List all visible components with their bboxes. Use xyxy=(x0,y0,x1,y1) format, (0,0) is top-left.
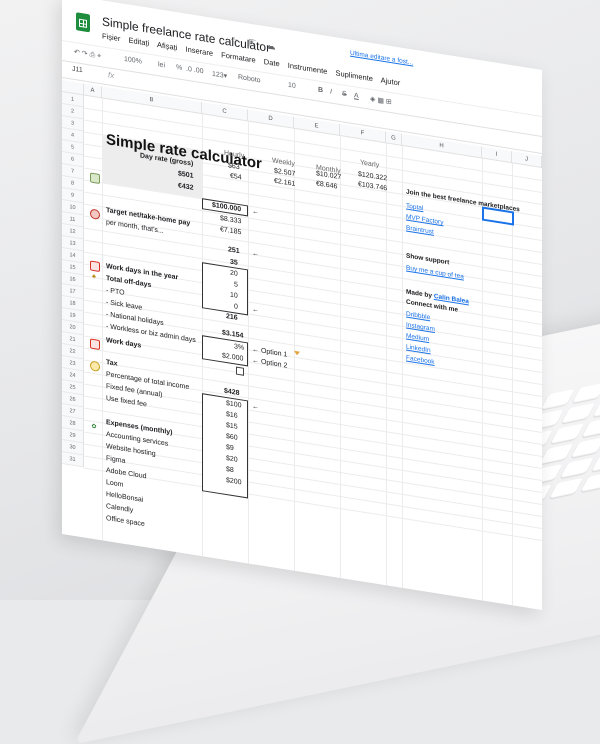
off-days-inputs[interactable] xyxy=(202,262,248,316)
use-fixed-fee-label: Use fixed fee xyxy=(106,394,147,409)
sick-value: 5 xyxy=(234,281,238,289)
expense-name: HelloBonsai xyxy=(106,490,144,504)
work-days-year-value: 251 xyxy=(228,246,240,256)
sheets-logo-icon xyxy=(76,12,90,33)
menu-tools[interactable]: Instrumente xyxy=(288,61,328,76)
support-title: Show support xyxy=(406,252,450,267)
menu-addons[interactable]: Suplimente xyxy=(335,68,373,83)
money-icon xyxy=(90,172,100,185)
national-value: 10 xyxy=(230,291,238,300)
tax-percent: 3% xyxy=(234,343,245,352)
col-header-a[interactable]: A xyxy=(84,83,102,99)
pto-label: - PTO xyxy=(106,286,125,297)
menu-format[interactable]: Formatare xyxy=(221,50,256,64)
off-days-label: Total off-days xyxy=(106,274,152,290)
menu-insert[interactable]: Inserare xyxy=(186,45,214,58)
work-days-arrow: ← xyxy=(252,250,259,259)
expense-name: Loom xyxy=(106,478,124,489)
calendar-icon xyxy=(90,260,100,273)
fill-borders-icons[interactable]: ◈ ▦ ⊞ xyxy=(370,95,392,106)
grid-col-line xyxy=(386,143,387,592)
menu-view[interactable]: Afișați xyxy=(157,40,177,52)
last-edit-link[interactable]: Ultima editare a fost... xyxy=(350,50,413,67)
undo-redo-print-icons[interactable]: ↶ ↷ ⎙ ⌖ xyxy=(74,48,101,61)
header-weekly: Weekly xyxy=(272,157,295,168)
pto-value: 20 xyxy=(230,269,238,278)
font-size-select[interactable]: 10 xyxy=(288,82,296,90)
text-color-button[interactable]: A xyxy=(354,92,359,100)
menu-file[interactable]: Fișier xyxy=(102,31,120,43)
decimals-buttons[interactable]: .0 .00 xyxy=(186,66,204,76)
sick-label: - Sick leave xyxy=(106,298,143,312)
option1-label: ← Option 1 xyxy=(252,346,288,359)
italic-button[interactable]: I xyxy=(330,88,332,95)
zoom-select[interactable]: 100% xyxy=(124,56,142,66)
weekly-usd: $2.507 xyxy=(274,167,296,178)
link-braintrust[interactable]: Braintrust xyxy=(406,224,434,235)
workless-arrow: ← xyxy=(252,306,259,315)
menu-data[interactable]: Date xyxy=(264,57,280,69)
expense-name: Office space xyxy=(106,514,145,529)
expense-name: Adobe Cloud xyxy=(106,466,147,481)
expenses-total: $428 xyxy=(224,387,240,398)
link-medium[interactable]: Medium xyxy=(406,332,429,343)
expenses-arrow: ← xyxy=(252,403,259,412)
link-dribbble[interactable]: Dribbble xyxy=(406,310,430,321)
expense-name: Figma xyxy=(106,454,126,466)
target-arrow: ← xyxy=(252,208,259,217)
use-fixed-fee-checkbox[interactable] xyxy=(236,366,244,376)
expense-value: $9 xyxy=(226,443,234,453)
expense-name: Calendly xyxy=(106,502,134,515)
hourly-usd: $63 xyxy=(228,162,240,172)
expense-value: $8 xyxy=(226,465,234,475)
fx-icon: fx xyxy=(108,70,115,81)
work-days-label: Work days xyxy=(106,336,142,350)
laptop-screen-stage: Simple freelance rate calculator ☆ ⇱ ☁ U… xyxy=(62,0,600,611)
spreadsheet-window: Simple freelance rate calculator ☆ ⇱ ☁ U… xyxy=(62,0,542,611)
grid-col-line xyxy=(512,163,513,611)
currency-button[interactable]: lei xyxy=(158,61,165,69)
number-format-select[interactable]: 123▾ xyxy=(212,70,227,80)
spreadsheet-grid[interactable]: 31 30 29 28 27 26 25 24 23 22 21 20 19 18 17 16 15 14 13 12… xyxy=(62,80,542,611)
percent-button[interactable]: % xyxy=(176,64,182,72)
tax-label: Tax xyxy=(106,358,118,368)
name-box[interactable]: J11 xyxy=(72,66,83,75)
link-instagram[interactable]: Instagram xyxy=(406,321,435,333)
font-select[interactable]: Roboto xyxy=(238,74,261,85)
comment-marker-2 xyxy=(294,350,300,356)
menu-help[interactable]: Ajutor xyxy=(381,75,401,87)
off-days-value: 35 xyxy=(230,258,238,267)
bold-button[interactable]: B xyxy=(318,87,323,95)
calendar-icon-2 xyxy=(90,338,100,351)
target-icon xyxy=(90,208,100,221)
grid-col-line xyxy=(482,158,483,607)
hourly-eur: €54 xyxy=(230,172,242,182)
link-buy-tea[interactable]: Buy me a cup of tea xyxy=(406,264,464,280)
grid-col-line xyxy=(402,145,403,595)
workless-value: 0 xyxy=(234,303,238,311)
gear-icon: ✿ xyxy=(91,423,97,431)
option2-label: ← Option 2 xyxy=(252,357,288,370)
menu-edit[interactable]: Editați xyxy=(128,36,149,48)
palm-tree-icon: ♣ xyxy=(92,273,96,281)
work-days-value: 216 xyxy=(226,312,238,322)
yearly-eur: €103.746 xyxy=(358,180,388,193)
grid-col-line xyxy=(340,136,341,585)
header-yearly: Yearly xyxy=(360,159,380,170)
monthly-eur: €8.646 xyxy=(316,180,338,191)
grid-col-line xyxy=(248,121,249,570)
col-header-g[interactable]: G xyxy=(386,131,402,146)
strikethrough-button[interactable]: S xyxy=(342,90,347,98)
link-toptal[interactable]: Toptal xyxy=(406,202,423,212)
